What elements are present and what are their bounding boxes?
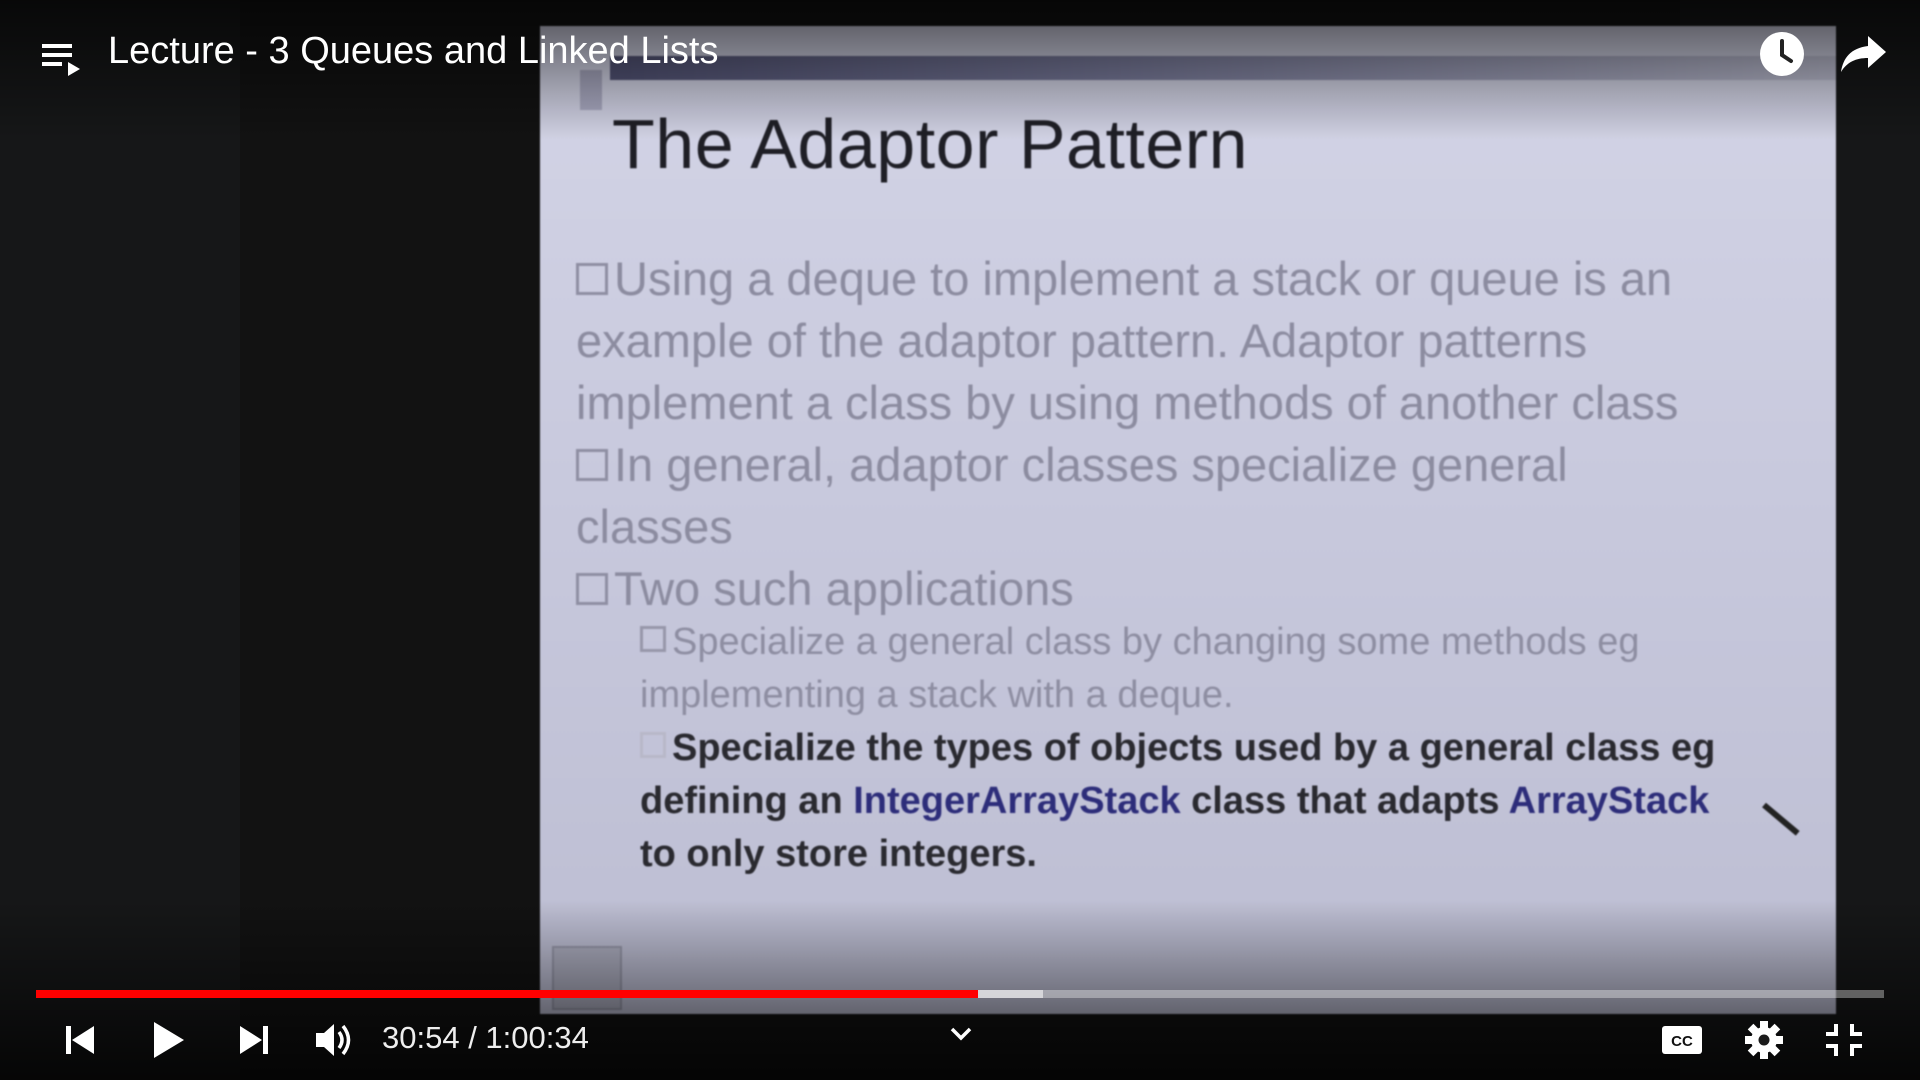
duration: 1:00:34 (485, 1020, 589, 1055)
play-icon[interactable] (144, 1014, 192, 1066)
next-icon[interactable] (232, 1014, 276, 1066)
bullet-1-line-1: Using a deque to implement a stack or qu… (614, 252, 1673, 305)
time-separator: / (459, 1020, 486, 1055)
time-display: 30:54 / 1:00:34 (382, 1020, 589, 1056)
slide-bullet-1-line-2: example of the adaptor pattern. Adaptor … (576, 314, 1588, 367)
bullet-box-icon (640, 626, 666, 652)
played-bar (36, 990, 979, 998)
current-time: 30:54 (382, 1020, 460, 1055)
sub-bullet-1-line-1: Specialize a general class by changing s… (672, 621, 1640, 663)
slide-bullet-1-line-3: implement a class by using methods of an… (576, 376, 1679, 429)
volume-icon[interactable] (310, 1014, 360, 1066)
sub-bullet-2-text-b: class that adapts (1180, 780, 1509, 822)
gear-icon[interactable] (1740, 1014, 1788, 1066)
bullet-box-icon (576, 573, 608, 605)
bullet-3-text: Two such applications (614, 562, 1074, 615)
slide-bullet-1: Using a deque to implement a stack or qu… (576, 248, 1786, 310)
slide-bullet-2: In general, adaptor classes specialize g… (576, 434, 1786, 496)
playlist-icon[interactable] (40, 36, 84, 80)
clock-icon[interactable] (1758, 30, 1806, 78)
slide-bullet-2-line-2: classes (576, 500, 733, 553)
bullet-box-icon (576, 449, 608, 481)
previous-icon[interactable] (58, 1014, 102, 1066)
slide-sub-bullet-2-line-2: defining an IntegerArrayStack class that… (640, 775, 1800, 828)
share-icon[interactable] (1838, 32, 1888, 76)
slide-sub-bullet-1: Specialize a general class by changing s… (640, 616, 1800, 669)
exit-fullscreen-icon[interactable] (1820, 1014, 1868, 1066)
progress-bar[interactable] (36, 990, 1884, 998)
sub-bullet-2-line-1: Specialize the types of objects used by … (672, 727, 1716, 769)
video-title[interactable]: Lecture - 3 Queues and Linked Lists (108, 30, 719, 73)
sub-bullet-2-highlight-a: IntegerArrayStack (853, 780, 1181, 822)
lecture-slide: The Adaptor Pattern Using a deque to imp… (540, 26, 1836, 1014)
slide-sub-bullet-2: Specialize the types of objects used by … (640, 722, 1800, 775)
sub-bullet-2-highlight-b: ArrayStack (1508, 780, 1710, 822)
bullet-box-icon (576, 263, 608, 295)
slide-sub-bullet-2-line-3: to only store integers. (640, 833, 1037, 875)
chevron-down-icon[interactable] (946, 1024, 976, 1044)
svg-text:CC: CC (1671, 1033, 1693, 1050)
slide-sub-bullet-1-line-2: implementing a stack with a deque. (640, 674, 1234, 716)
slide-bullet-3: Two such applications (576, 558, 1786, 620)
cc-icon[interactable]: CC (1658, 1014, 1706, 1066)
sub-bullet-2-text-a: defining an (640, 780, 854, 822)
bullet-2-line-1: In general, adaptor classes specialize g… (614, 438, 1568, 491)
bullet-box-icon (640, 732, 666, 758)
